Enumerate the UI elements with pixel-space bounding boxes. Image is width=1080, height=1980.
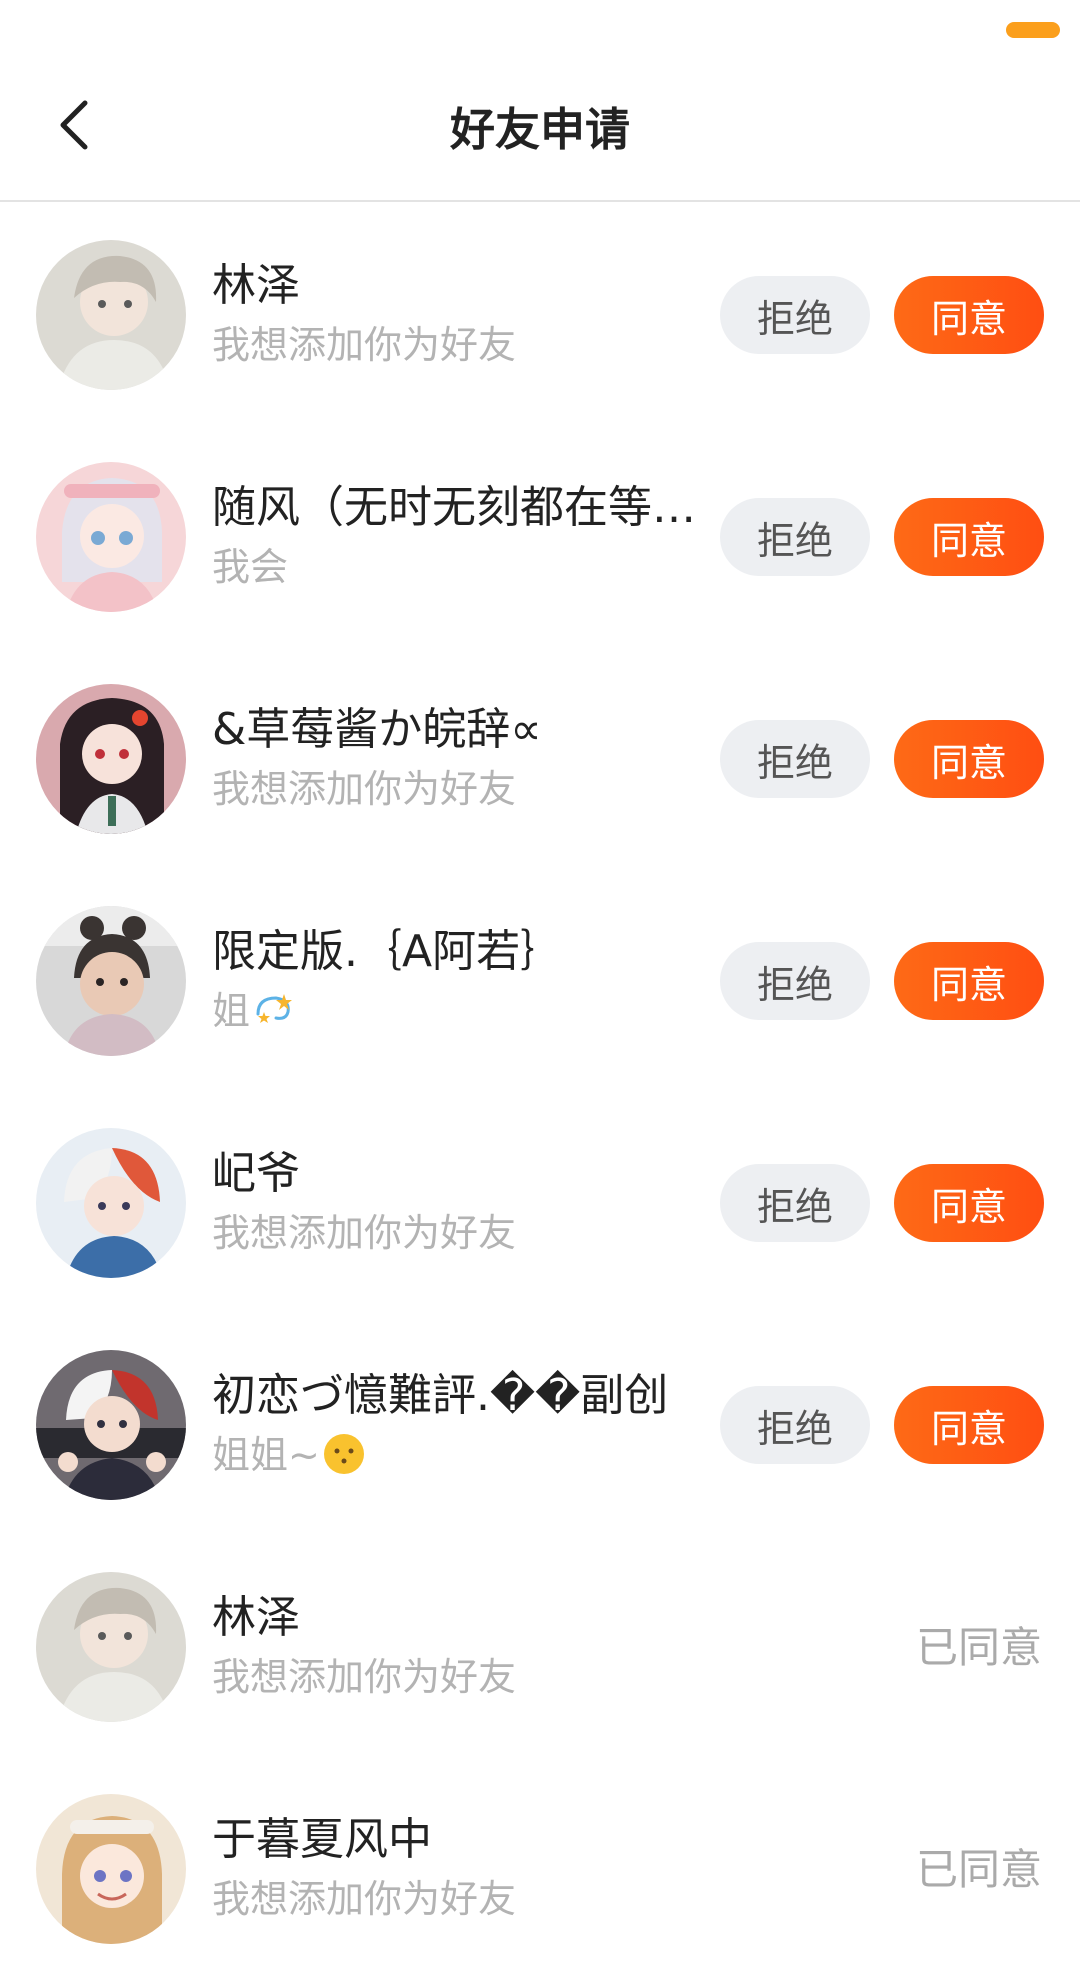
avatar[interactable]	[36, 1128, 186, 1278]
avatar[interactable]	[36, 906, 186, 1056]
smiley-face-icon	[323, 1434, 364, 1474]
dizzy-star-icon	[256, 994, 293, 1023]
requester-name: 林泽	[212, 1592, 300, 1643]
request-message: 我想添加你为好友	[212, 1877, 517, 1921]
request-row: 于暮夏风中 我想添加你为好友 已同意	[0, 1758, 1080, 1980]
request-message: 姐姐~	[212, 1430, 697, 1480]
accept-button[interactable]: 同意	[894, 498, 1044, 576]
request-message: 我会	[212, 545, 289, 589]
requester-name: 初恋づ憶難評.��副创	[212, 1370, 669, 1421]
avatar[interactable]	[36, 240, 186, 390]
avatar[interactable]	[36, 684, 186, 834]
request-row: &草莓酱か皖辞∝ 我想添加你为好友 拒绝 同意	[0, 648, 1080, 870]
request-message: 我想添加你为好友	[212, 1655, 517, 1699]
avatar[interactable]	[36, 1350, 186, 1500]
accept-button[interactable]: 同意	[894, 720, 1044, 798]
friend-request-list: 林泽 我想添加你为好友 拒绝 同意 随风（无时无刻都在等… 我会 拒绝 同意 &…	[0, 204, 1080, 1980]
requester-name: 于暮夏风中	[212, 1814, 432, 1865]
request-row: 限定版.｛A阿若｝ 姐 拒绝 同意	[0, 870, 1080, 1092]
requester-name: 限定版.｛A阿若｝	[212, 926, 565, 977]
avatar[interactable]	[36, 1794, 186, 1944]
request-message: 我想添加你为好友	[212, 767, 517, 811]
accept-button[interactable]: 同意	[894, 942, 1044, 1020]
reject-button[interactable]: 拒绝	[720, 276, 870, 354]
top-bar: 好友申请	[0, 60, 1080, 202]
request-message: 我想添加你为好友	[212, 323, 517, 367]
request-row: 初恋づ憶難評.��副创 姐姐~ 拒绝 同意	[0, 1314, 1080, 1536]
avatar[interactable]	[36, 1572, 186, 1722]
reject-button[interactable]: 拒绝	[720, 498, 870, 576]
accept-button[interactable]: 同意	[894, 1164, 1044, 1242]
request-message: 姐	[212, 986, 697, 1036]
reject-button[interactable]: 拒绝	[720, 1386, 870, 1464]
accepted-status: 已同意	[915, 1623, 1042, 1672]
requester-name: &草莓酱か皖辞∝	[212, 704, 542, 755]
requester-name: 随风（无时无刻都在等…	[212, 482, 696, 533]
request-row: 林泽 我想添加你为好友 已同意	[0, 1536, 1080, 1758]
accept-button[interactable]: 同意	[894, 1386, 1044, 1464]
request-message: 我想添加你为好友	[212, 1211, 517, 1255]
accepted-status: 已同意	[915, 1845, 1042, 1894]
requester-name: 屺爷	[212, 1148, 300, 1199]
page-title: 好友申请	[449, 103, 630, 156]
accept-button[interactable]: 同意	[894, 276, 1044, 354]
request-row: 屺爷 我想添加你为好友 拒绝 同意	[0, 1092, 1080, 1314]
status-bar-indicator	[1006, 22, 1060, 38]
request-row: 林泽 我想添加你为好友 拒绝 同意	[0, 204, 1080, 426]
requester-name: 林泽	[212, 260, 300, 311]
reject-button[interactable]: 拒绝	[720, 1164, 870, 1242]
reject-button[interactable]: 拒绝	[720, 942, 870, 1020]
reject-button[interactable]: 拒绝	[720, 720, 870, 798]
request-row: 随风（无时无刻都在等… 我会 拒绝 同意	[0, 426, 1080, 648]
avatar[interactable]	[36, 462, 186, 612]
